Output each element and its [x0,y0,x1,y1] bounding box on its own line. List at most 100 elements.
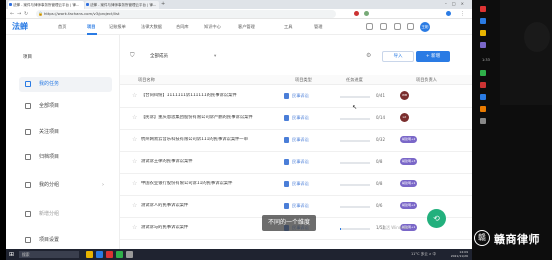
extension-icon[interactable] [364,11,369,16]
project-name[interactable]: 测试诉人的民事诉讼案件 [141,203,285,209]
star-icon[interactable]: ☆ [132,93,137,99]
table-row[interactable]: ☆ 【民诉】重庆恩思集团股份有限公司诉严鹏的民事诉讼案件 民事诉讼 0/14 LX [120,108,472,130]
owner-tag[interactable]: 胡建明+1 [400,180,418,187]
bell-icon[interactable] [380,23,387,30]
back-icon[interactable]: ← [10,10,14,18]
task-progress-text: 0/32 [376,137,385,142]
star-icon[interactable]: ☆ [132,181,137,187]
owner-tag[interactable]: 胡建明+2 [400,202,418,209]
extension-icon[interactable] [354,11,359,16]
new-label: + 新增 [425,54,441,59]
favicon-icon [86,3,89,6]
side-icon-strip: 1:33 [478,6,490,176]
member-filter-select[interactable]: 全部成员 ▾ [150,52,216,61]
app-logo[interactable]: 法蝉 [12,21,28,33]
star-icon[interactable]: ☆ [132,225,137,231]
sidebar-item-settings[interactable]: 项目设置 [19,233,112,248]
app-icon[interactable] [480,118,486,124]
nav-item-home[interactable]: 首页 [58,24,66,30]
sidebar-item-all-projects[interactable]: 全部项目 [19,99,112,114]
nav-item-billing[interactable]: 记账报单 [109,24,126,30]
app-icon[interactable] [480,6,486,12]
app-icon[interactable] [480,94,486,100]
project-name[interactable]: 【民诉】重庆恩思集团股份有限公司诉严鹏的民事诉讼案件 [141,115,285,121]
table-row[interactable]: ☆ 中国农业银行股份有限公司诉11的民事诉讼案件 民事诉讼 0/8 胡建明+1 [120,174,472,196]
table-row[interactable]: ☆ 测试诉王律的民事诉讼案件 民事诉讼 0/8 胡建明+3 [120,152,472,174]
star-icon[interactable]: ☆ [132,203,137,209]
owner-avatar[interactable]: LX [400,113,409,122]
import-label: 导入 [393,54,403,59]
nav-item-legal-data[interactable]: 法律大数据 [141,24,162,30]
project-name[interactable]: 【合同纠纷】1111111诉111111的民事诉讼案件 [141,93,285,99]
import-button[interactable]: 导入 [382,51,414,62]
project-name[interactable]: 中国农业银行股份有限公司诉11的民事诉讼案件 [141,181,285,187]
new-project-button[interactable]: + 新增 [416,51,450,62]
nav-item-contracts[interactable]: 合同库 [176,24,189,30]
nav-item-admin[interactable]: 管理 [314,24,322,30]
help-icon[interactable] [407,23,414,30]
archive-icon [25,154,31,160]
project-name[interactable]: 测试诉王律的民事诉讼案件 [141,159,285,165]
window-controls[interactable]: –□× [445,1,469,6]
group-icon [25,182,31,188]
column-header-progress[interactable]: 任务进度 [346,76,363,84]
reload-icon[interactable]: ↻ [24,10,28,18]
table-row[interactable]: ☆ 【合同纠纷】1111111诉111111的民事诉讼案件 民事诉讼 0/41 WB [120,86,472,108]
app-icon[interactable] [480,42,486,48]
app-icon[interactable] [480,30,486,36]
lock-icon: 🔒 [38,11,43,16]
browser-app-icon[interactable] [96,251,103,258]
table-row[interactable]: ☆ 杭州网易云音乐科技有限公司诉111的民事诉讼案件一审 民事诉讼 0/32 胡建明+2 [120,130,472,152]
star-icon[interactable]: ☆ [132,159,137,165]
search-icon[interactable] [366,23,373,30]
settings-icon[interactable] [394,23,401,30]
owner-tag[interactable]: 胡建明+2 [400,136,418,143]
taskbar-search-label: 搜索 [22,252,30,257]
filter-icon[interactable]: ⛉ [130,52,135,60]
new-tab-button[interactable]: + [161,1,165,8]
sidebar-item-archived[interactable]: 归档项目 [19,150,112,165]
forward-icon[interactable]: → [17,10,21,18]
owner-avatar[interactable]: WB [400,91,409,100]
column-header-owner[interactable]: 项目负责人 [416,76,437,84]
taskbar-search[interactable]: 搜索 [19,251,79,258]
owner-tag[interactable]: 胡建明+3 [400,158,418,165]
file-explorer-icon[interactable] [86,251,93,258]
app-icon[interactable] [480,70,486,76]
nav-item-clients[interactable]: 客户管理 [238,24,255,30]
gear-icon[interactable]: ⚙ [366,52,371,59]
sidebar-item-new-group[interactable]: 新增分组 [19,207,112,222]
nav-item-knowledge[interactable]: 知识中心 [204,24,221,30]
system-tray[interactable]: 11°C 多云 ∧ 中 [411,252,436,257]
sidebar-item-followed[interactable]: 关注项目 [19,125,112,140]
nav-item-projects[interactable]: 项目 [87,24,95,30]
profile-icon[interactable] [446,11,451,16]
wechat-icon[interactable] [116,251,123,258]
task-progress-text: 0/6 [376,203,383,208]
app-icon[interactable] [126,251,133,258]
column-header-type[interactable]: 项目类型 [295,76,312,84]
column-header-name[interactable]: 项目名称 [138,76,155,84]
task-progress-bar [340,96,370,98]
app-icon[interactable] [106,251,113,258]
video-subtitle: 不同的一个维度 [262,215,317,231]
nav-item-tools[interactable]: 工具 [284,24,292,30]
browser-tab[interactable]: 法蝉 - 案件与律师事务所管理云平台 | 律... [8,1,84,9]
app-icon[interactable] [480,18,486,24]
star-icon[interactable]: ☆ [132,137,137,143]
sidebar-item-my-groups[interactable]: 我的分组 › [19,178,112,193]
browser-tab[interactable]: 法蝉 - 案件与律师事务所管理云平台 | 律... [85,1,159,9]
app-icon[interactable] [480,82,486,88]
windows-start-icon[interactable]: ⊞ [9,251,14,258]
menu-icon[interactable]: ⋮ [460,10,465,18]
sidebar-item-my-tasks[interactable]: 我的任务 [19,77,112,92]
user-avatar[interactable]: 王彬 [420,22,430,32]
project-name[interactable]: 杭州网易云音乐科技有限公司诉111的民事诉讼案件一审 [141,137,285,143]
floating-action-button[interactable]: ⟲ [427,209,446,228]
app-icon[interactable] [480,106,486,112]
url-input[interactable]: 🔒 https://work.fachans.com/v3/project/li… [36,10,336,18]
address-bar: ← → ↻ 🔒 https://work.fachans.com/v3/proj… [6,9,472,19]
star-icon[interactable]: ☆ [132,115,137,121]
chevron-down-icon: ▾ [214,54,217,59]
taskbar-clock[interactable]: 14:09 2021/11/26 [451,250,468,258]
